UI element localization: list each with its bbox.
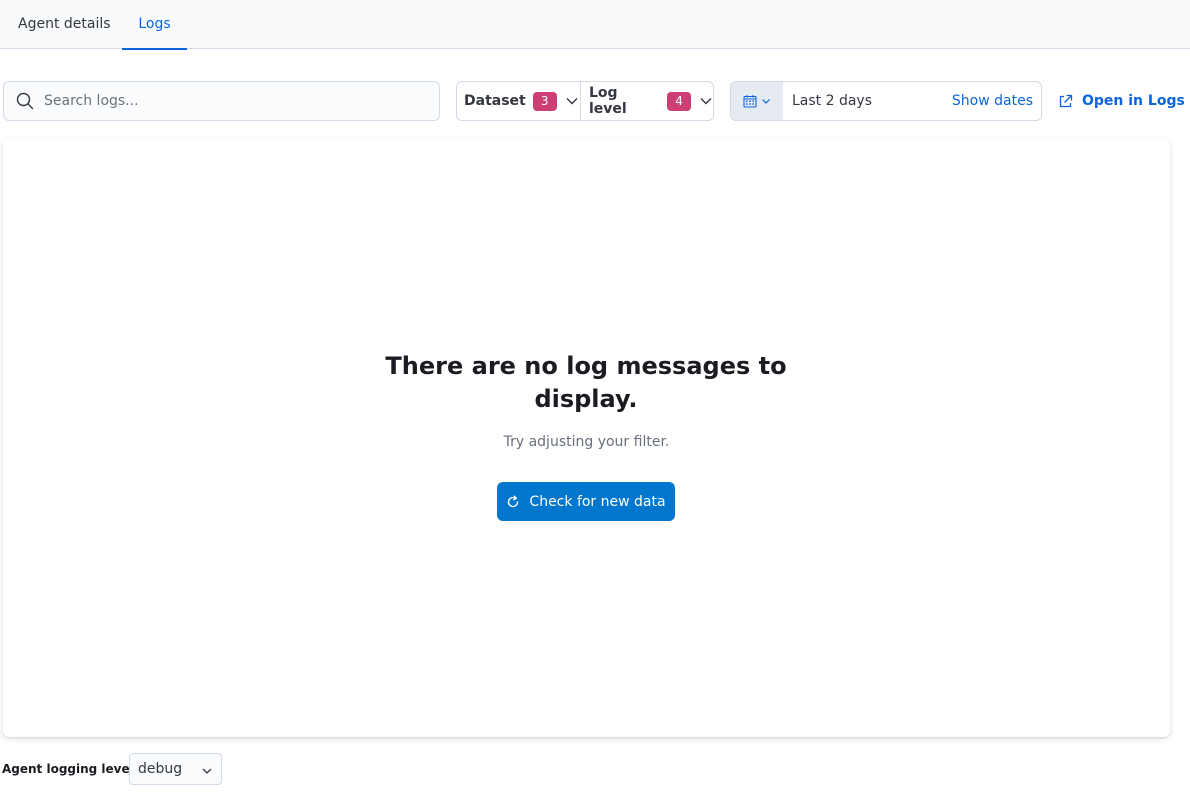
chevron-down-icon <box>202 768 212 774</box>
empty-state-body: Try adjusting your filter. <box>503 434 670 450</box>
calendar-icon <box>743 95 757 108</box>
search-box <box>3 81 440 121</box>
tab-agent-details[interactable]: Agent details <box>18 0 111 49</box>
dataset-filter-label: Dataset <box>464 93 526 109</box>
filter-group: Dataset 3 Log level 4 <box>456 81 714 121</box>
agent-logging-level-label: Agent logging level <box>2 762 134 776</box>
dataset-filter-button[interactable]: Dataset 3 <box>457 82 581 120</box>
empty-state-title: There are no log messages to display. <box>385 352 787 413</box>
log-stream-panel: There are no log messages to display. Tr… <box>3 138 1170 737</box>
agent-logging-level-value: debug <box>138 761 183 777</box>
chevron-down-icon <box>700 98 712 105</box>
tab-bar: Agent details Logs <box>0 0 1190 50</box>
log-level-filter-button[interactable]: Log level 4 <box>582 82 713 120</box>
search-input[interactable] <box>44 90 424 112</box>
check-for-new-data-button[interactable]: Check for new data <box>497 482 675 521</box>
refresh-icon <box>508 495 519 507</box>
date-range-label[interactable]: Last 2 days <box>792 82 872 120</box>
date-picker: Last 2 days Show dates <box>730 81 1042 121</box>
external-link-icon <box>1059 94 1073 107</box>
open-in-logs-link[interactable]: Open in Logs <box>1058 81 1185 121</box>
dataset-count-badge: 3 <box>532 91 557 111</box>
tab-logs[interactable]: Logs <box>122 0 187 50</box>
log-level-count-badge: 4 <box>667 91 692 111</box>
quick-select-button[interactable] <box>731 82 783 120</box>
chevron-down-icon <box>762 99 770 104</box>
log-level-filter-label: Log level <box>589 85 627 117</box>
search-icon <box>16 92 34 110</box>
open-in-logs-label: Open in Logs <box>1082 93 1185 109</box>
agent-logging-level-select[interactable]: debug <box>129 753 222 785</box>
show-dates-button[interactable]: Show dates <box>952 82 1033 120</box>
check-for-new-data-label: Check for new data <box>529 493 666 510</box>
chevron-down-icon <box>566 98 578 105</box>
